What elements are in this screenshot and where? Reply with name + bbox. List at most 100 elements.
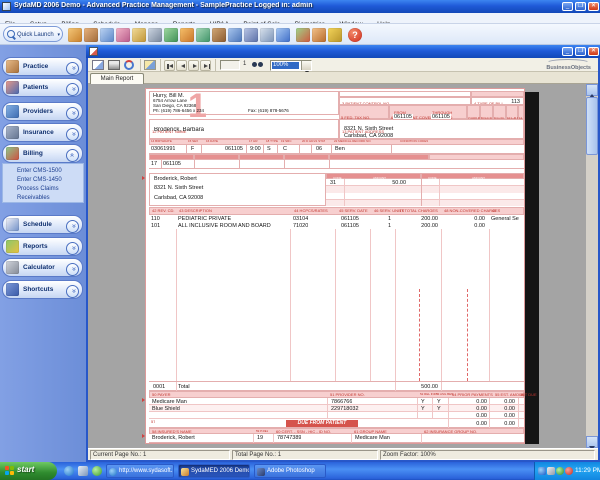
admission-hour-value: 9:00 bbox=[250, 146, 261, 152]
insured-row: Broderick, Robert 19 78747389 Medicare M… bbox=[149, 434, 524, 443]
sidebar-label-practice: Practice bbox=[23, 58, 48, 76]
responsible-name: Broderick, Robert bbox=[154, 176, 314, 182]
search-icon bbox=[7, 30, 15, 38]
quick-launch-button[interactable]: Quick Launch ▾ bbox=[3, 26, 63, 42]
last-page-button[interactable] bbox=[200, 60, 211, 71]
sidebar-item-providers[interactable]: Providers » bbox=[2, 102, 83, 121]
export-icon[interactable] bbox=[92, 60, 104, 70]
toolbar-icon-document[interactable] bbox=[100, 28, 114, 42]
admission-src-value: C bbox=[283, 146, 287, 152]
sidebar-item-reports[interactable]: Reports » bbox=[2, 237, 83, 256]
toolbar-icon-providers[interactable] bbox=[148, 28, 162, 42]
billing-submenu: Enter CMS-1500 Enter CMS-1450 Process Cl… bbox=[2, 163, 84, 203]
previous-page-button[interactable] bbox=[176, 60, 187, 71]
group-tree-icon[interactable] bbox=[144, 60, 156, 70]
chevron-down-icon[interactable] bbox=[301, 61, 311, 70]
tab-main-report[interactable]: Main Report bbox=[90, 73, 144, 84]
field-ci-d: 9 C-I D. bbox=[493, 105, 506, 119]
insurance-icon bbox=[6, 126, 19, 139]
total-rev: 0001 bbox=[153, 384, 165, 390]
chevron-down-icon[interactable]: » bbox=[66, 242, 79, 255]
chevron-down-icon[interactable]: » bbox=[66, 220, 79, 233]
sidebar-item-insurance[interactable]: Insurance » bbox=[2, 123, 83, 142]
toolbar-icon-patients[interactable] bbox=[116, 28, 130, 42]
tray-network-icon[interactable] bbox=[538, 467, 546, 475]
sidebar-item-receivables[interactable]: Receivables bbox=[17, 194, 50, 202]
quicklaunch-desktop-icon[interactable] bbox=[78, 466, 88, 476]
sidebar-item-calculator[interactable]: Calculator » bbox=[2, 258, 83, 277]
toolbar-icon-charts-folder[interactable] bbox=[212, 28, 226, 42]
sidebar-item-process-claims[interactable]: Process Claims bbox=[17, 185, 59, 193]
maximize-button[interactable]: ❐ bbox=[575, 2, 586, 11]
mdi-close-button[interactable]: ✕ bbox=[588, 47, 599, 56]
taskbar-button-sydamed[interactable]: SydaMED 2006 Demo... bbox=[178, 464, 250, 478]
taskbar-button-browser[interactable]: http://www.sydasoft... bbox=[106, 464, 174, 478]
vertical-scrollbar[interactable] bbox=[586, 84, 598, 448]
sidebar-item-practice[interactable]: Practice » bbox=[2, 57, 83, 76]
tray-device-icon[interactable] bbox=[547, 467, 555, 475]
chevron-down-icon[interactable]: » bbox=[66, 128, 79, 141]
toolbar-icon-ledger[interactable] bbox=[196, 28, 210, 42]
sidebar-item-enter-cms-1500[interactable]: Enter CMS-1500 bbox=[17, 167, 62, 175]
zoom-combobox[interactable] bbox=[270, 60, 312, 71]
sidebar-label-reports: Reports bbox=[23, 238, 48, 256]
toolbar-icon-report-chart[interactable] bbox=[296, 28, 310, 42]
chevron-down-icon[interactable]: » bbox=[66, 263, 79, 276]
app-icon bbox=[2, 2, 11, 11]
toolbar-icon-open-practice[interactable] bbox=[84, 28, 98, 42]
page-number-box[interactable] bbox=[220, 60, 240, 70]
toolbar-separator bbox=[215, 59, 216, 71]
toolbar-separator bbox=[160, 59, 161, 71]
sidebar-item-billing[interactable]: Billing » bbox=[2, 144, 83, 163]
report-window-titlebar[interactable]: _ ❐ ✕ bbox=[86, 45, 600, 58]
sidebar: Practice » Patients » Providers » Insura… bbox=[0, 45, 86, 462]
quicklaunch-ie-icon[interactable] bbox=[64, 466, 74, 476]
mdi-minimize-button[interactable]: _ bbox=[562, 47, 573, 56]
print-icon[interactable] bbox=[108, 60, 120, 70]
toolbar-icon-globe-users[interactable] bbox=[164, 28, 178, 42]
sidebar-label-patients: Patients bbox=[23, 79, 48, 97]
zoom-value-input[interactable] bbox=[272, 62, 299, 69]
tab-strip: Main Report bbox=[88, 72, 598, 84]
chevron-down-icon[interactable]: » bbox=[66, 83, 79, 96]
toolbar-icon-form[interactable] bbox=[276, 28, 290, 42]
app-titlebar[interactable]: SydaMD 2006 Demo - Advanced Practice Man… bbox=[0, 0, 600, 13]
taskbar-button-photoshop[interactable]: Adobe Photoshop bbox=[254, 464, 326, 478]
toolbar-icon-schedule[interactable] bbox=[260, 28, 274, 42]
sidebar-item-shortcuts[interactable]: Shortcuts » bbox=[2, 280, 83, 299]
next-page-button[interactable] bbox=[188, 60, 199, 71]
patient-address1-value: 8321 N. Sixth Street bbox=[344, 126, 494, 132]
toolbar-icon-monitor[interactable] bbox=[312, 28, 326, 42]
first-page-button[interactable] bbox=[164, 60, 175, 71]
close-button[interactable]: ✕ bbox=[588, 2, 599, 11]
chevron-down-icon[interactable]: » bbox=[66, 107, 79, 120]
toolbar-icon-practice[interactable] bbox=[68, 28, 82, 42]
scroll-up-icon[interactable] bbox=[586, 84, 598, 96]
tray-shield-icon[interactable] bbox=[556, 467, 564, 475]
start-button[interactable]: start bbox=[0, 462, 57, 480]
sidebar-item-schedule[interactable]: Schedule » bbox=[2, 215, 83, 234]
refresh-icon[interactable] bbox=[124, 60, 134, 70]
sidebar-item-enter-cms-1450[interactable]: Enter CMS-1450 bbox=[17, 176, 62, 184]
sidebar-item-patients[interactable]: Patients » bbox=[2, 78, 83, 97]
toolbar-icon-workstation[interactable] bbox=[228, 28, 242, 42]
chevron-down-icon[interactable]: » bbox=[66, 62, 79, 75]
toolbar-icon-person[interactable] bbox=[132, 28, 146, 42]
chevron-up-icon[interactable]: » bbox=[66, 149, 79, 162]
practice-icon bbox=[6, 60, 19, 73]
toolbar-icon-staff[interactable] bbox=[244, 28, 258, 42]
chevron-down-icon[interactable]: » bbox=[66, 285, 79, 298]
tray-alert-icon[interactable] bbox=[565, 467, 573, 475]
quicklaunch-msn-icon[interactable] bbox=[92, 466, 102, 476]
search-icon[interactable] bbox=[252, 61, 264, 69]
ie-icon bbox=[109, 468, 117, 476]
toolbar-icon-billing-coin[interactable] bbox=[180, 28, 194, 42]
scrollbar-thumb[interactable] bbox=[586, 97, 598, 155]
toolbar-icon-lock[interactable] bbox=[328, 28, 342, 42]
minimize-button[interactable]: _ bbox=[562, 2, 573, 11]
help-icon[interactable]: ? bbox=[348, 28, 362, 42]
payer-row-3: 0.00 0.00 bbox=[149, 412, 524, 419]
due-from-patient-row: 57 DUE FROM PATIENT 0.00 0.00 bbox=[149, 419, 524, 428]
scroll-down-icon[interactable] bbox=[586, 436, 598, 448]
mdi-restore-button[interactable]: ❐ bbox=[575, 47, 586, 56]
